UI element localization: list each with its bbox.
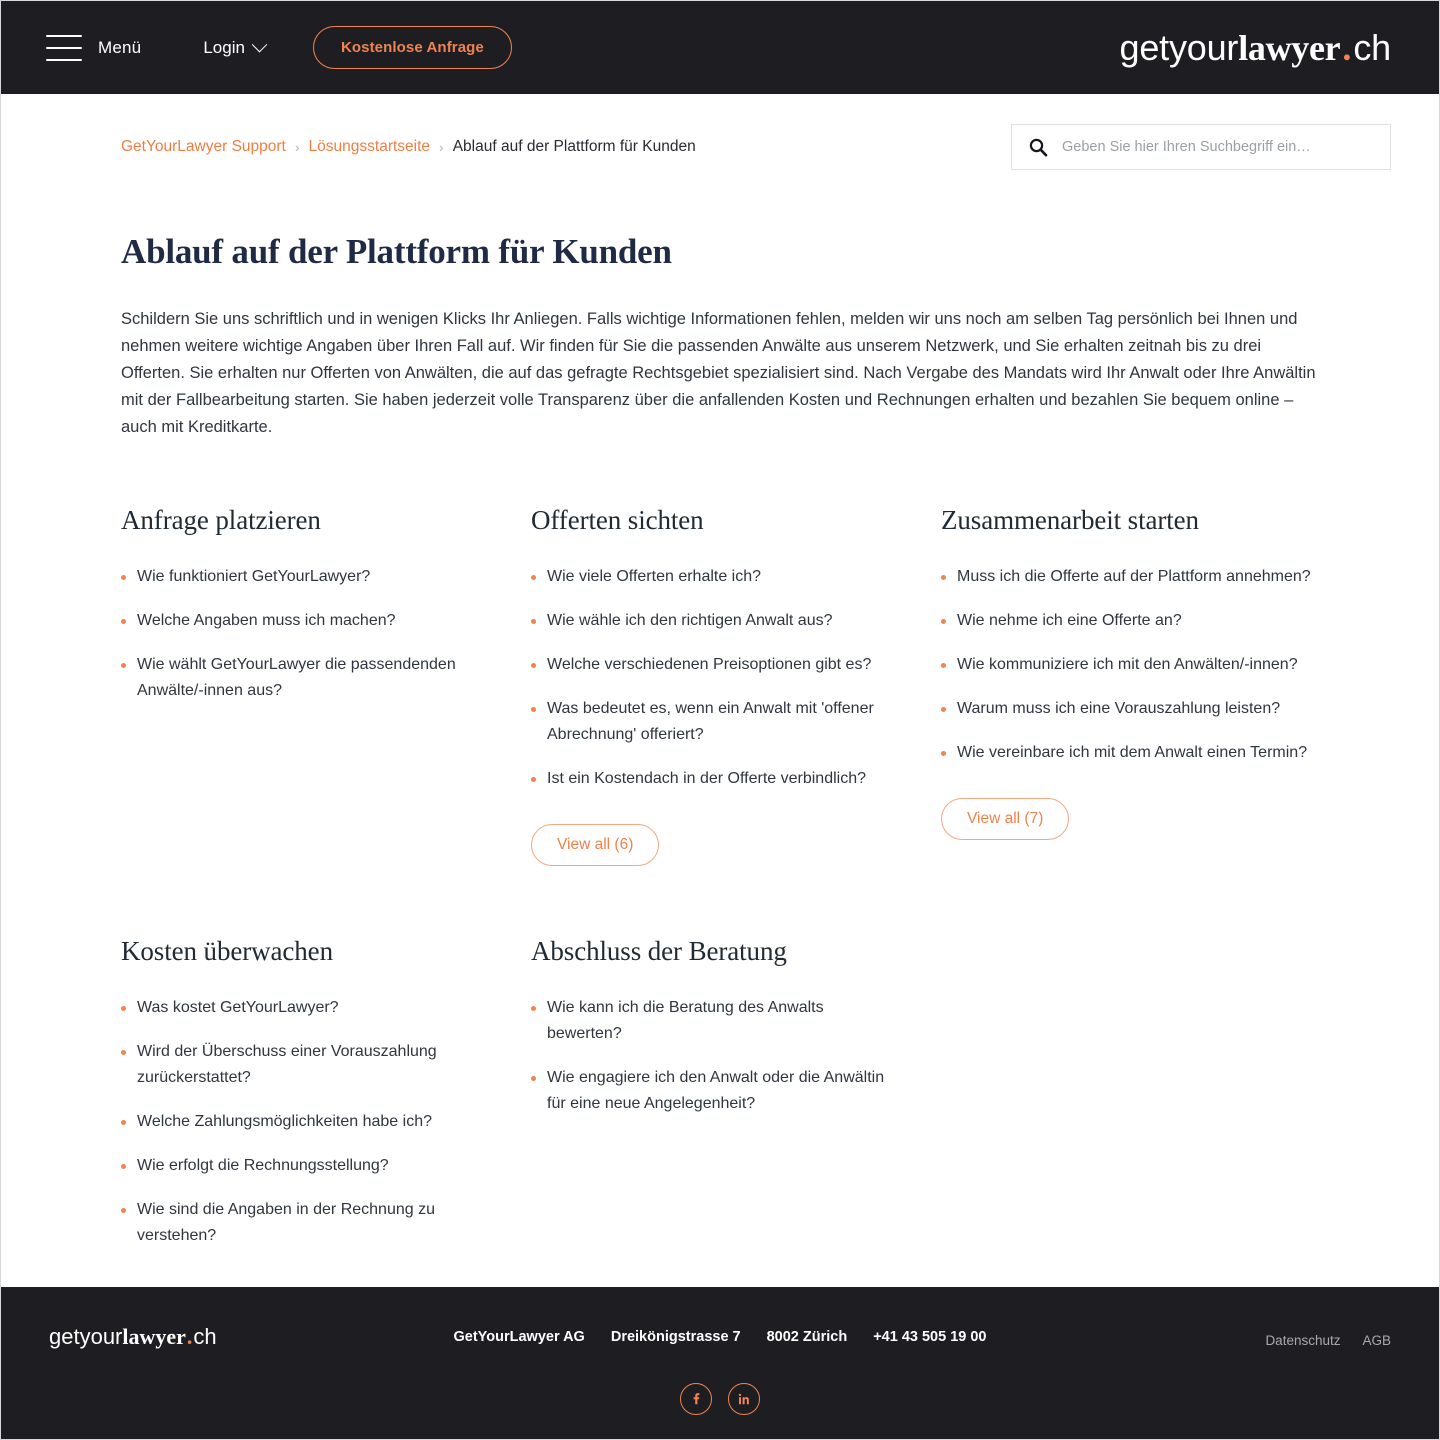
chevron-down-icon [251, 36, 268, 53]
footer-logo-part-lawyer: lawyer [122, 1324, 186, 1349]
question-list: Wie funktioniert GetYourLawyer? Welche A… [121, 564, 531, 704]
category-title: Kosten überwachen [121, 936, 333, 966]
search-icon [1028, 137, 1048, 157]
list-item[interactable]: Wie sind die Angaben in der Rechnung zu … [121, 1197, 491, 1249]
logo-part-getyour: getyour [1119, 26, 1239, 68]
category-title: Offerten sichten [531, 505, 704, 535]
list-item[interactable]: Wie engagiere ich den Anwalt oder die An… [531, 1065, 901, 1117]
view-all-button-zusammenarbeit[interactable]: View all (7) [941, 798, 1070, 840]
list-item[interactable]: Wie viele Offerten erhalte ich? [531, 564, 901, 590]
site-footer: getyour lawyer. ch GetYourLawyer AG Dreikö… [1, 1287, 1439, 1439]
footer-address: GetYourLawyer AG Dreikönigstrasse 7 8002… [454, 1329, 987, 1345]
facebook-icon[interactable] [680, 1383, 712, 1415]
subheader: GetYourLawyer Support › Lösungsstartseit… [1, 94, 1439, 170]
footer-link-datenschutz[interactable]: Datenschutz [1265, 1333, 1340, 1348]
page-root: Menü Login Kostenlose Anfrage getyour law… [0, 0, 1440, 1440]
footer-phone[interactable]: +41 43 505 19 00 [873, 1329, 986, 1345]
list-item[interactable]: Muss ich die Offerte auf der Plattform a… [941, 564, 1311, 590]
view-all-button-offerten[interactable]: View all (6) [531, 824, 660, 866]
list-item[interactable]: Ist ein Kostendach in der Offerte verbin… [531, 766, 901, 792]
category-abschluss-der-beratung: Abschluss der Beratung Wie kann ich die … [531, 918, 941, 1267]
category-grid-row-2: Kosten überwachen Was kostet GetYourLawy… [121, 918, 1319, 1267]
free-request-button[interactable]: Kostenlose Anfrage [312, 26, 512, 69]
question-list: Wie viele Offerten erhalte ich? Wie wähl… [531, 564, 941, 792]
intro-paragraph: Schildern Sie uns schriftlich und in wen… [121, 310, 1316, 436]
footer-top-row: getyour lawyer. ch GetYourLawyer AG Dreikö… [49, 1287, 1391, 1349]
breadcrumb-separator-icon: › [439, 139, 444, 155]
list-item[interactable]: Wird der Überschuss einer Vorauszahlung … [121, 1039, 491, 1091]
header-nav-left: Menü Login Kostenlose Anfrage [46, 26, 512, 69]
question-list: Muss ich die Offerte auf der Plattform a… [941, 564, 1351, 766]
footer-logo-part-getyour: getyour [49, 1324, 123, 1349]
list-item[interactable]: Was bedeutet es, wenn ein Anwalt mit 'of… [531, 696, 901, 748]
list-item[interactable]: Was kostet GetYourLawyer? [121, 995, 491, 1021]
list-item[interactable]: Welche Zahlungsmöglichkeiten habe ich? [121, 1109, 491, 1135]
main-content: Ablauf auf der Plattform für Kunden Schi… [1, 170, 1439, 1287]
category-zusammenarbeit-starten: Zusammenarbeit starten Muss ich die Offe… [941, 487, 1351, 866]
logo-part-ch: ch [1353, 26, 1391, 68]
category-anfrage-platzieren: Anfrage platzieren Wie funktioniert GetY… [121, 487, 531, 866]
category-title: Abschluss der Beratung [531, 936, 787, 966]
footer-company-name: GetYourLawyer AG [453, 1329, 585, 1345]
list-item[interactable]: Wie wählt GetYourLawyer die passendenden… [121, 652, 491, 704]
logo-dot: . [1342, 27, 1352, 68]
question-list: Was kostet GetYourLawyer? Wird der Übers… [121, 995, 531, 1249]
search-input[interactable] [1062, 139, 1374, 155]
list-item[interactable]: Warum muss ich eine Vorauszahlung leiste… [941, 696, 1311, 722]
list-item[interactable]: Wie vereinbare ich mit dem Anwalt einen … [941, 740, 1311, 766]
category-offerten-sichten: Offerten sichten Wie viele Offerten erha… [531, 487, 941, 866]
category-empty-slot [941, 918, 1351, 1267]
search-box[interactable] [1011, 124, 1391, 170]
footer-logo-part-ch: ch [193, 1324, 217, 1349]
breadcrumb-current: Ablauf auf der Plattform für Kunden [452, 138, 696, 155]
list-item[interactable]: Wie kann ich die Beratung des Anwalts be… [531, 995, 901, 1047]
footer-logo[interactable]: getyour lawyer. ch [49, 1324, 217, 1350]
category-title: Anfrage platzieren [121, 505, 321, 535]
list-item[interactable]: Wie kommuniziere ich mit den Anwälten/-i… [941, 652, 1311, 678]
category-title: Zusammenarbeit starten [941, 505, 1199, 535]
site-logo[interactable]: getyour lawyer. ch [1119, 26, 1392, 69]
list-item[interactable]: Welche verschiedenen Preisoptionen gibt … [531, 652, 901, 678]
list-item[interactable]: Wie erfolgt die Rechnungsstellung? [121, 1153, 491, 1179]
list-item[interactable]: Wie nehme ich eine Offerte an? [941, 608, 1311, 634]
login-dropdown[interactable]: Login [203, 36, 268, 58]
footer-city: 8002 Zürich [766, 1329, 848, 1345]
footer-street: Dreikönigstrasse 7 [610, 1329, 741, 1345]
footer-logo-dot: . [186, 1324, 193, 1349]
breadcrumb: GetYourLawyer Support › Lösungsstartseit… [121, 124, 696, 156]
question-list: Wie kann ich die Beratung des Anwalts be… [531, 995, 941, 1117]
list-item[interactable]: Wie funktioniert GetYourLawyer? [121, 564, 491, 590]
login-label: Login [203, 37, 245, 57]
hamburger-menu-icon[interactable] [46, 34, 82, 61]
breadcrumb-item-solutions-home[interactable]: Lösungsstartseite [309, 138, 431, 156]
footer-links: Datenschutz AGB [1265, 1333, 1391, 1348]
category-grid-row-1: Anfrage platzieren Wie funktioniert GetY… [121, 487, 1319, 866]
page-title: Ablauf auf der Plattform für Kunden [121, 232, 672, 271]
menu-button[interactable]: Menü [98, 38, 141, 58]
list-item[interactable]: Wie wähle ich den richtigen Anwalt aus? [531, 608, 901, 634]
logo-part-lawyer: lawyer [1238, 27, 1341, 68]
linkedin-icon[interactable] [728, 1383, 760, 1415]
list-item[interactable]: Welche Angaben muss ich machen? [121, 608, 491, 634]
breadcrumb-separator-icon: › [294, 139, 300, 155]
footer-social-links [680, 1383, 760, 1415]
footer-link-agb[interactable]: AGB [1362, 1333, 1391, 1348]
site-header: Menü Login Kostenlose Anfrage getyour law… [1, 1, 1439, 94]
breadcrumb-item-support[interactable]: GetYourLawyer Support [121, 138, 286, 156]
category-kosten-ueberwachen: Kosten überwachen Was kostet GetYourLawy… [121, 918, 531, 1267]
